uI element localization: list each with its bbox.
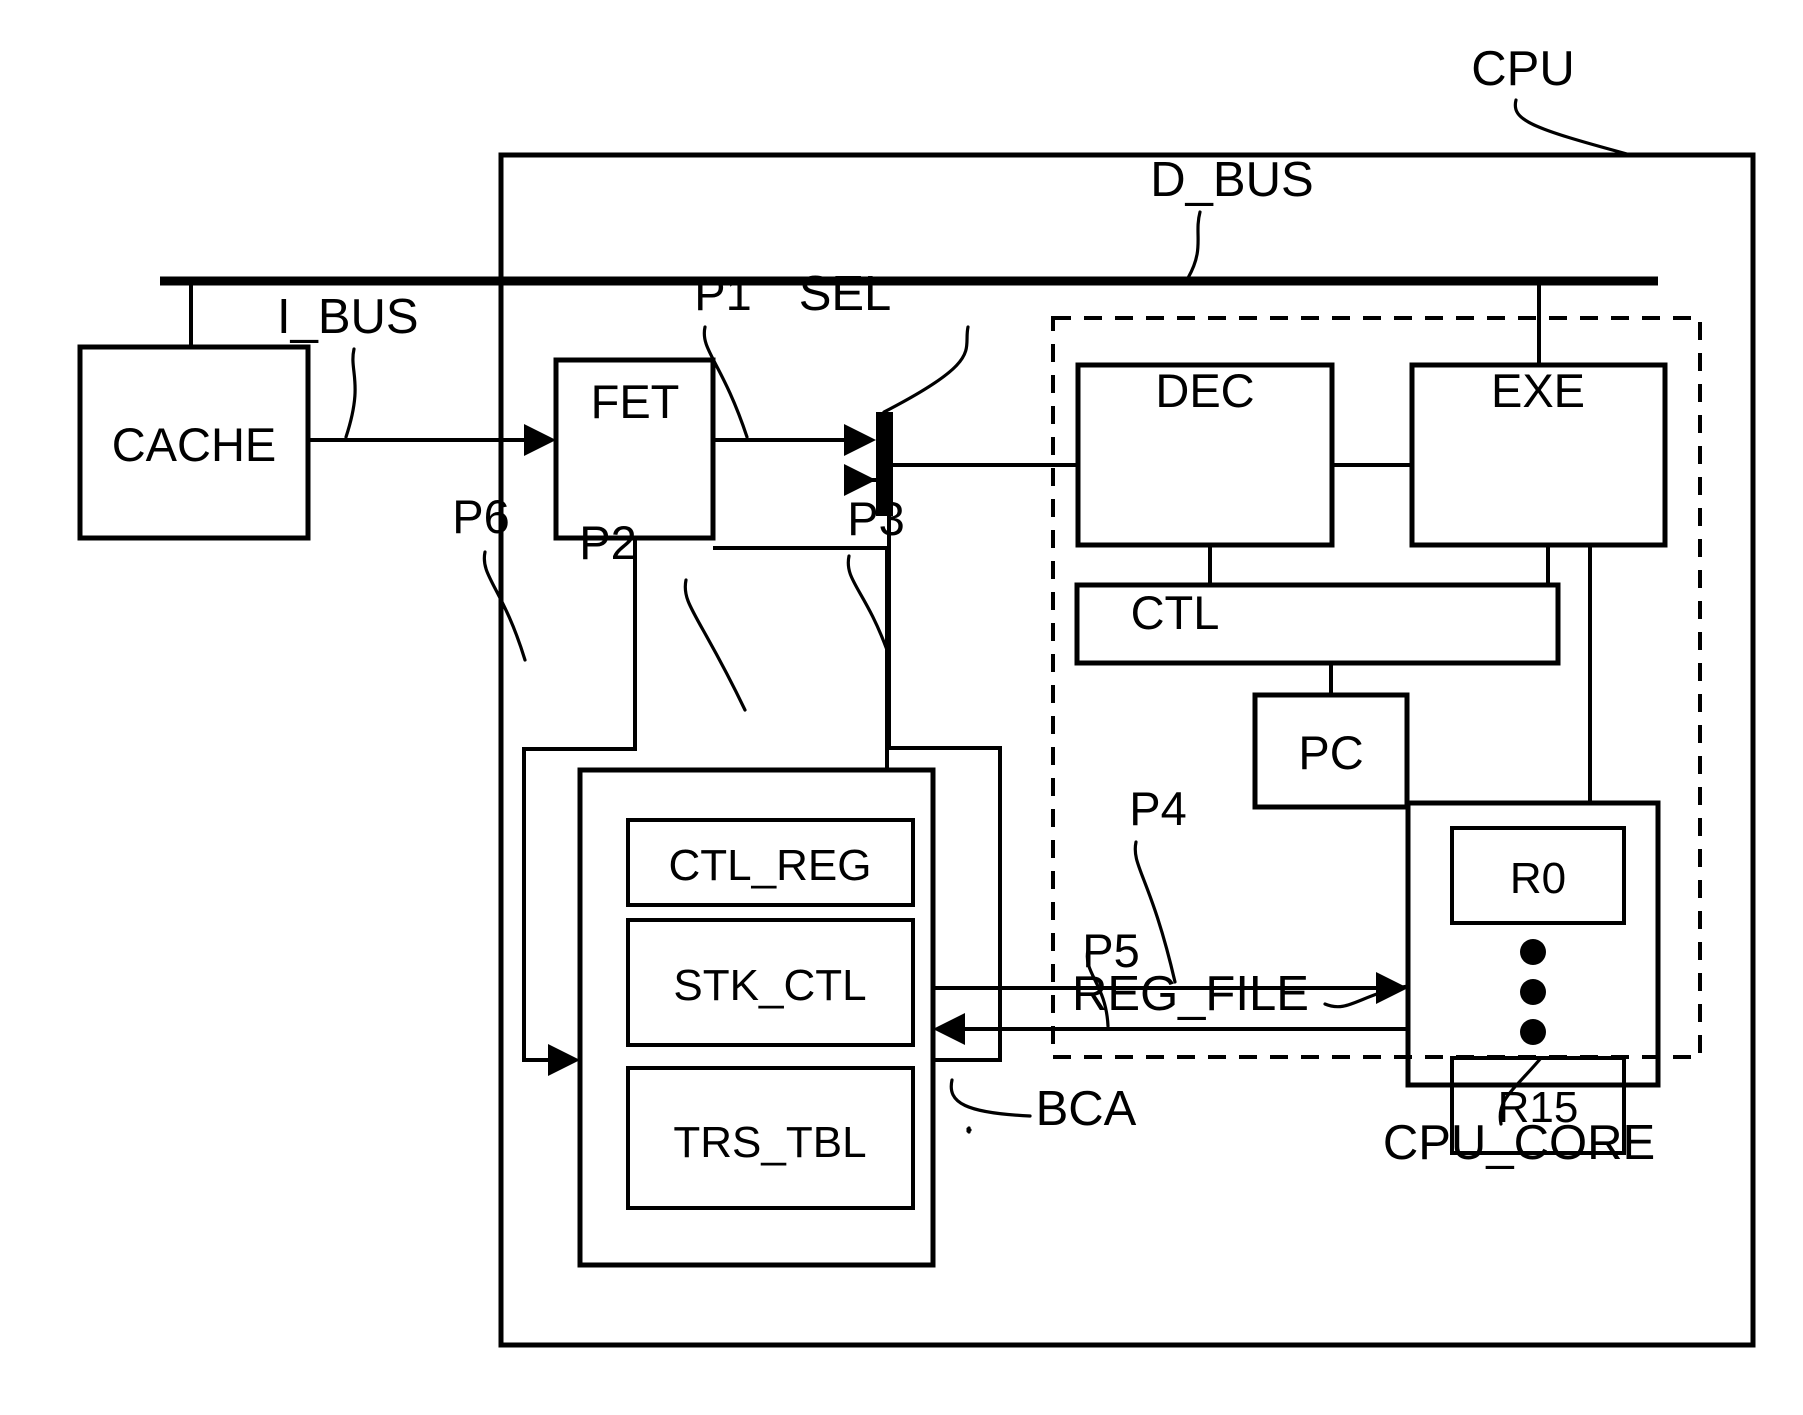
- ctl-label: CTL: [1131, 586, 1220, 639]
- p2-label: P2: [579, 516, 637, 569]
- p6-leader-line: [482, 550, 527, 662]
- d-bus-leader-line: [1186, 210, 1202, 280]
- p4-leader-line: [1133, 840, 1177, 984]
- p1-label: P1: [694, 267, 752, 320]
- cpu-leader-line: [1513, 98, 1629, 156]
- i-bus-label: I_BUS: [277, 290, 419, 344]
- trs-tbl-label: TRS_TBL: [673, 1118, 866, 1167]
- p6-arrowhead: [548, 1044, 580, 1076]
- ellipsis-dot-1: [1520, 939, 1546, 965]
- p4-arrowhead: [1376, 972, 1408, 1004]
- ellipsis-dot-3: [1520, 1019, 1546, 1045]
- bca-label: BCA: [1036, 1082, 1137, 1136]
- p4-label: P4: [1129, 782, 1187, 835]
- ctl-reg-label: CTL_REG: [669, 841, 872, 890]
- cpu-core-dashed-boundary: [1051, 316, 1702, 1059]
- ellipsis-dot-2: [1520, 979, 1546, 1005]
- exe-label: EXE: [1491, 364, 1585, 417]
- cache-label: CACHE: [112, 418, 277, 471]
- p2-leader-line: [683, 578, 747, 712]
- sel-label: SEL: [799, 267, 892, 321]
- sel-leader-curve: [882, 325, 970, 414]
- i-bus-arrowhead: [524, 424, 556, 456]
- i-bus-leader-line: [344, 347, 357, 439]
- d-bus-label: D_BUS: [1150, 153, 1313, 207]
- r0-label: R0: [1510, 854, 1566, 903]
- p2-wire: [713, 546, 889, 770]
- p5-arrowhead: [933, 1013, 965, 1045]
- dec-label: DEC: [1155, 364, 1254, 417]
- fet-label: FET: [591, 375, 680, 428]
- cpu-label: CPU: [1471, 42, 1574, 96]
- pc-label: PC: [1298, 726, 1363, 779]
- stk-ctl-label: STK_CTL: [673, 961, 866, 1010]
- cpu-block-diagram: CPU D_BUS CACHE I_BUS FET P1 SEL P2 P6 P…: [0, 0, 1803, 1415]
- bca-leader-line: [949, 1078, 1032, 1118]
- p3-label: P3: [847, 492, 905, 545]
- r15-label: R15: [1498, 1083, 1579, 1132]
- p3-leader-line: [846, 554, 889, 652]
- p6-label: P6: [452, 490, 510, 543]
- p1-arrowhead: [844, 424, 876, 456]
